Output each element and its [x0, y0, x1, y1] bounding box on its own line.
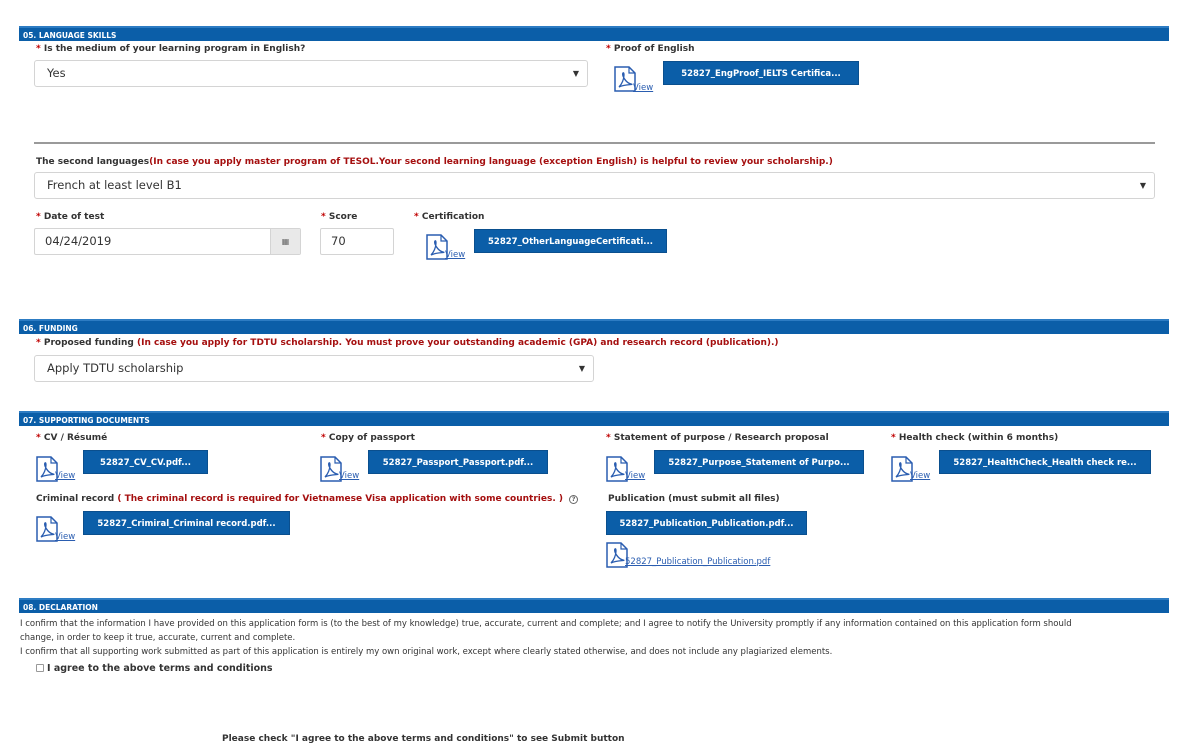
- caret-down-icon: ▼: [572, 69, 579, 78]
- criminal-file-button[interactable]: 52827_Crimiral_Criminal record.pdf...: [83, 511, 290, 535]
- publication-label: Publication (must submit all files): [608, 494, 780, 504]
- section-header-language: 05. LANGUAGE SKILLS: [19, 26, 1169, 41]
- medium-select[interactable]: Yes ▼: [34, 60, 588, 87]
- health-file-button[interactable]: 52827_HealthCheck_Health check re...: [939, 450, 1151, 474]
- divider: [34, 142, 1155, 144]
- date-input[interactable]: 04/24/2019 ▦: [34, 228, 301, 255]
- caret-down-icon: ▼: [578, 364, 585, 373]
- proof-label: * Proof of English: [606, 44, 695, 54]
- score-value: 70: [331, 234, 346, 248]
- criminal-label: Criminal record ( The criminal record is…: [36, 494, 579, 504]
- declaration-line-1: I confirm that the information I have pr…: [20, 619, 1072, 629]
- certification-label: * Certification: [414, 212, 485, 222]
- help-icon[interactable]: ?: [569, 495, 579, 504]
- medium-label: * Is the medium of your learning program…: [36, 44, 306, 54]
- funding-label: * Proposed funding (In case you apply fo…: [36, 338, 779, 348]
- cv-label: * CV / Résumé: [36, 433, 108, 443]
- proof-view-link[interactable]: View: [633, 83, 653, 93]
- passport-file-button[interactable]: 52827_Passport_Passport.pdf...: [368, 450, 548, 474]
- publication-file-link[interactable]: 52827_Publication_Publication.pdf: [625, 557, 770, 567]
- declaration-line-2: change, in order to keep it true, accura…: [20, 633, 296, 643]
- health-label: * Health check (within 6 months): [891, 433, 1059, 443]
- section-header-documents: 07. SUPPORTING DOCUMENTS: [19, 411, 1169, 426]
- second-language-label: The second languages(In case you apply m…: [36, 157, 833, 167]
- calendar-icon[interactable]: ▦: [270, 229, 300, 254]
- date-label: * Date of test: [36, 212, 105, 222]
- funding-value: Apply TDTU scholarship: [47, 361, 184, 375]
- section-header-declaration: 08. DECLARATION: [19, 598, 1169, 613]
- section-header-funding: 06. FUNDING: [19, 319, 1169, 334]
- cv-file-button[interactable]: 52827_CV_CV.pdf...: [83, 450, 208, 474]
- certification-view-link[interactable]: View: [445, 250, 465, 260]
- purpose-label: * Statement of purpose / Research propos…: [606, 433, 829, 443]
- purpose-view-link[interactable]: View: [625, 471, 645, 481]
- cv-view-link[interactable]: View: [55, 471, 75, 481]
- passport-view-link[interactable]: View: [339, 471, 359, 481]
- certification-file-button[interactable]: 52827_OtherLanguageCertificati...: [474, 229, 667, 253]
- funding-select[interactable]: Apply TDTU scholarship ▼: [34, 355, 594, 382]
- medium-value: Yes: [47, 66, 66, 80]
- agree-label[interactable]: I agree to the above terms and condition…: [47, 663, 273, 674]
- second-language-select[interactable]: French at least level B1 ▼: [34, 172, 1155, 199]
- caret-down-icon: ▼: [1139, 181, 1146, 190]
- health-view-link[interactable]: View: [910, 471, 930, 481]
- passport-label: * Copy of passport: [321, 433, 415, 443]
- purpose-file-button[interactable]: 52827_Purpose_Statement of Purpo...: [654, 450, 864, 474]
- submit-hint: Please check "I agree to the above terms…: [222, 734, 625, 744]
- score-input[interactable]: 70: [320, 228, 394, 255]
- declaration-line-3: I confirm that all supporting work submi…: [20, 647, 833, 657]
- publication-file-button[interactable]: 52827_Publication_Publication.pdf...: [606, 511, 807, 535]
- proof-file-button[interactable]: 52827_EngProof_IELTS Certifica...: [663, 61, 859, 85]
- criminal-view-link[interactable]: View: [55, 532, 75, 542]
- date-value: 04/24/2019: [45, 234, 112, 248]
- agree-checkbox[interactable]: [36, 664, 44, 672]
- second-language-value: French at least level B1: [47, 178, 182, 192]
- score-label: * Score: [321, 212, 358, 222]
